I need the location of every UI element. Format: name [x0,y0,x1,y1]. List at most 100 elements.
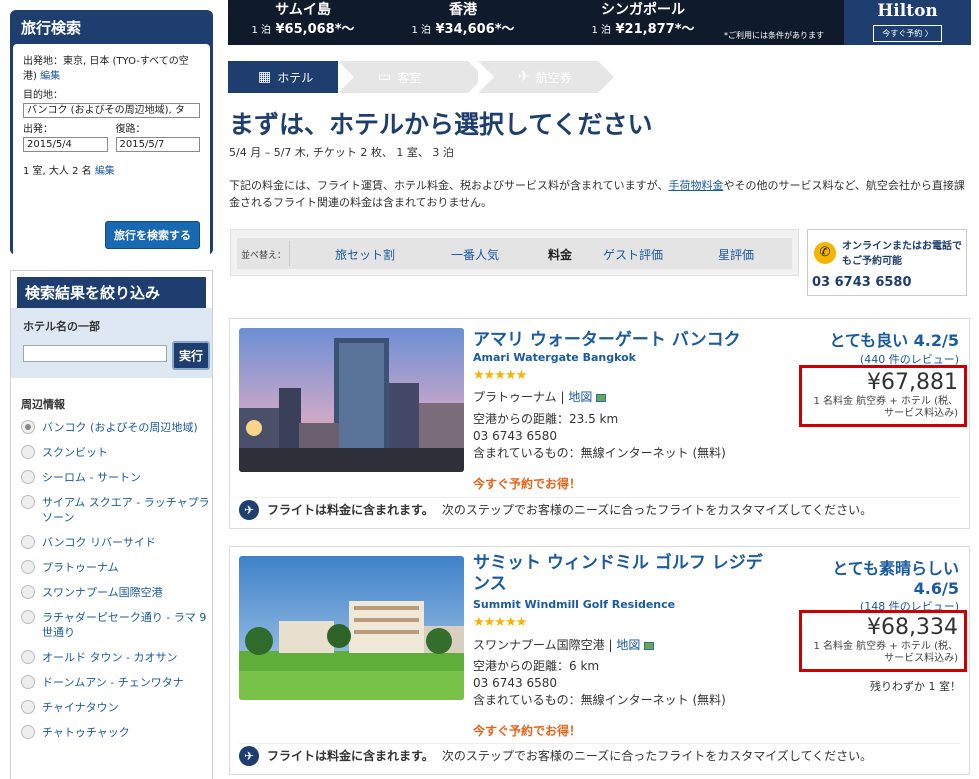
hotel-card[interactable]: サミット ウィンドミル ゴルフ レジデンス Summit Windmill Go… [229,546,970,775]
area-option[interactable]: ドーンムアン - チェンワタナ [21,675,212,690]
area-option[interactable]: バンコク リバーサイド [21,535,212,550]
hotel-amenities: 含まれているもの：無線インターネット (無料) [473,446,726,460]
hotel-area: プラトゥーナム | 地図 [473,388,607,405]
map-icon[interactable] [644,641,655,650]
hotel-name-link[interactable]: サミット ウィンドミル ゴルフ レジデンス [473,553,763,595]
banner-price-suffix: *～ [334,22,355,37]
radio-icon[interactable] [21,675,35,689]
banner-cell: シンガポール 1 泊 ¥21,877*～ [583,0,703,41]
area-option[interactable]: スワンナプーム国際空港 [21,585,212,600]
trip-summary: 5/4 月 – 5/7 木, チケット 2 枚、 1 室、 3 泊 [229,146,454,159]
baggage-fee-link[interactable]: 手荷物料金 [668,179,723,192]
sort-bar: 並べ替え： 旅セット割 一番人気 料金 ゲスト評価 星評価 [230,229,799,276]
banner-price-row: 1 泊 ¥65,068*～ [248,20,358,41]
hotel-name-input[interactable] [23,345,167,362]
map-link[interactable]: 地図 [616,638,640,652]
hotel-name-link[interactable]: アマリ ウォーターゲート バンコク [473,325,741,350]
date-row: 出発： 2015/5/4 復路： 2015/5/7 [23,122,200,152]
area-option-label: サイアム スクエア - ラッチャプラソーン [42,496,210,524]
hilton-ad[interactable]: Hilton 今すぐ予約 〉 [844,0,971,45]
step-flight-label: 航空券 [535,70,572,85]
flight-included-text: 次のステップでお客様のニーズに合ったフライトをカスタマイズしてください。 [441,749,873,763]
area-option[interactable]: ラチャダーピセーク通り - ラマ 9 世通り [21,610,212,640]
price-note: 1 名料金 航空券 + ホテル (税、サービス料込み) [813,641,958,664]
sort-popular[interactable]: 一番人気 [451,246,499,263]
radio-icon[interactable] [21,495,35,509]
destination-field[interactable]: バンコク (およびその周辺地域), タ [23,103,200,118]
hotel-area: スワンナプーム国際空港 | 地図 [473,636,655,653]
destination-label: 目的地： [23,90,63,101]
hotel-area-name: スワンナプーム国際空港 [473,638,605,652]
banner-price-suffix: *～ [494,22,515,37]
map-link[interactable]: 地図 [568,390,592,404]
price-note: 1 名料金 航空券 + ホテル (税、サービス料込み) [813,396,958,419]
exec-button[interactable]: 実行 [172,341,211,370]
step-room-label: 客室 [397,70,422,85]
rating-label: とても素晴らしい [832,559,959,578]
hotel-card[interactable]: アマリ ウォーターゲート バンコク Amari Watergate Bangko… [229,318,970,529]
depart-date-field[interactable]: 2015/5/4 [23,137,108,152]
hotel-phone: 03 6743 6580 [473,429,557,443]
radio-selected-icon[interactable] [21,420,35,434]
area-option[interactable]: サイアム スクエア - ラッチャプラソーン [21,495,212,525]
hotel-name-en[interactable]: Amari Watergate Bangkok [473,351,636,364]
map-icon[interactable] [596,393,607,402]
radio-icon[interactable] [21,445,35,459]
radio-icon[interactable] [21,585,35,599]
hotel-phone: 03 6743 6580 [473,676,557,690]
sort-price[interactable]: 料金 [548,246,572,263]
hotel-photo[interactable] [239,556,464,700]
step-flight: ✈ 航空券 [478,61,614,93]
origin-row: 出発地：東京, 日本 (TYO-すべての空港) 編集 [23,54,200,84]
radio-icon[interactable] [21,725,35,739]
area-option[interactable]: チャイナタウン [21,700,212,715]
area-option[interactable]: バンコク (およびその周辺地域) [21,420,212,435]
promo-banner[interactable]: サムイ島 1 泊 ¥65,068*～ 香港 1 泊 ¥34,606*～ シンガポ… [228,0,971,45]
price-box[interactable]: ¥67,881 1 名料金 航空券 + ホテル (税、サービス料込み) [799,365,967,427]
area-option-label: チャトゥチャック [42,726,130,739]
search-travel-button[interactable]: 旅行を検索する [105,221,200,249]
disclaimer-text: 下記の料金には、フライト運賃、ホテル料金、税およびサービス料が含まれていますが、 [229,179,669,192]
area-option[interactable]: プラトゥーナム [21,560,212,575]
radio-icon[interactable] [21,470,35,484]
area-option[interactable]: シーロム - サートン [21,470,212,485]
rating-label: とても良い [829,331,909,350]
banner-price-suffix: *～ [674,22,695,37]
booking-steps: ▦ ホテル ▭ 客室 ✈ 航空券 [228,61,614,93]
travel-search-title: 旅行検索 [21,19,82,37]
hotel-name-en[interactable]: Summit Windmill Golf Residence [473,598,675,611]
party-label: 1 室, 大人 2 名 [23,166,92,177]
area-option-label: スワンナプーム国際空港 [42,586,163,599]
guest-rating: とても素晴らしい 4.6/5 (148 件のレビュー) [809,555,959,614]
hilton-reserve-button[interactable]: 今すぐ予約 〉 [873,25,942,42]
hotel-photo-image [239,328,464,472]
radio-icon[interactable] [21,700,35,714]
hotel-name-label: ホテル名の一部 [23,320,100,333]
return-date-field[interactable]: 2015/5/7 [115,137,200,152]
phone-booking-text: オンラインまたはお電話でもご予約可能 [842,241,962,267]
radio-icon[interactable] [21,560,35,574]
flight-included-bar: ✈ フライトは料金に含まれます。 次のステップでお客様のニーズに合ったフライトを… [239,497,960,521]
banner-price: ¥65,068 [275,22,335,37]
radio-icon[interactable] [21,650,35,664]
radio-icon[interactable] [21,610,35,624]
area-option[interactable]: チャトゥチャック [21,725,212,740]
return-label: 復路： [115,124,146,135]
filter-panel: 検索結果を絞り込み ホテル名の一部 実行 周辺情報 バンコク (およびその周辺地… [10,270,213,779]
phone-booking-box: ✆ オンラインまたはお電話でもご予約可能 03 6743 6580 [807,229,967,296]
area-option[interactable]: オールド タウン - カオサン [21,650,212,665]
sort-star-rating[interactable]: 星評価 [718,246,754,263]
origin-edit-link[interactable]: 編集 [40,71,60,82]
area-option[interactable]: スクンビット [21,445,212,460]
radio-icon[interactable] [21,535,35,549]
area-option-label: ラチャダーピセーク通り - ラマ 9 世通り [42,611,207,639]
hotel-details: 空港からの距離：23.5 km 03 6743 6580 含まれているもの：無線… [473,411,726,462]
hotel-photo[interactable] [239,328,464,472]
step-hotel[interactable]: ▦ ホテル [228,61,364,93]
sort-package-deal[interactable]: 旅セット割 [335,246,395,263]
party-edit-link[interactable]: 編集 [95,166,115,177]
price-box[interactable]: ¥68,334 1 名料金 航空券 + ホテル (税、サービス料込み) [799,610,967,672]
area-option-label: オールド タウン - カオサン [42,651,178,664]
flight-included-bar: ✈ フライトは料金に含まれます。 次のステップでお客様のニーズに合ったフライトを… [239,743,960,767]
sort-guest-rating[interactable]: ゲスト評価 [603,246,663,263]
